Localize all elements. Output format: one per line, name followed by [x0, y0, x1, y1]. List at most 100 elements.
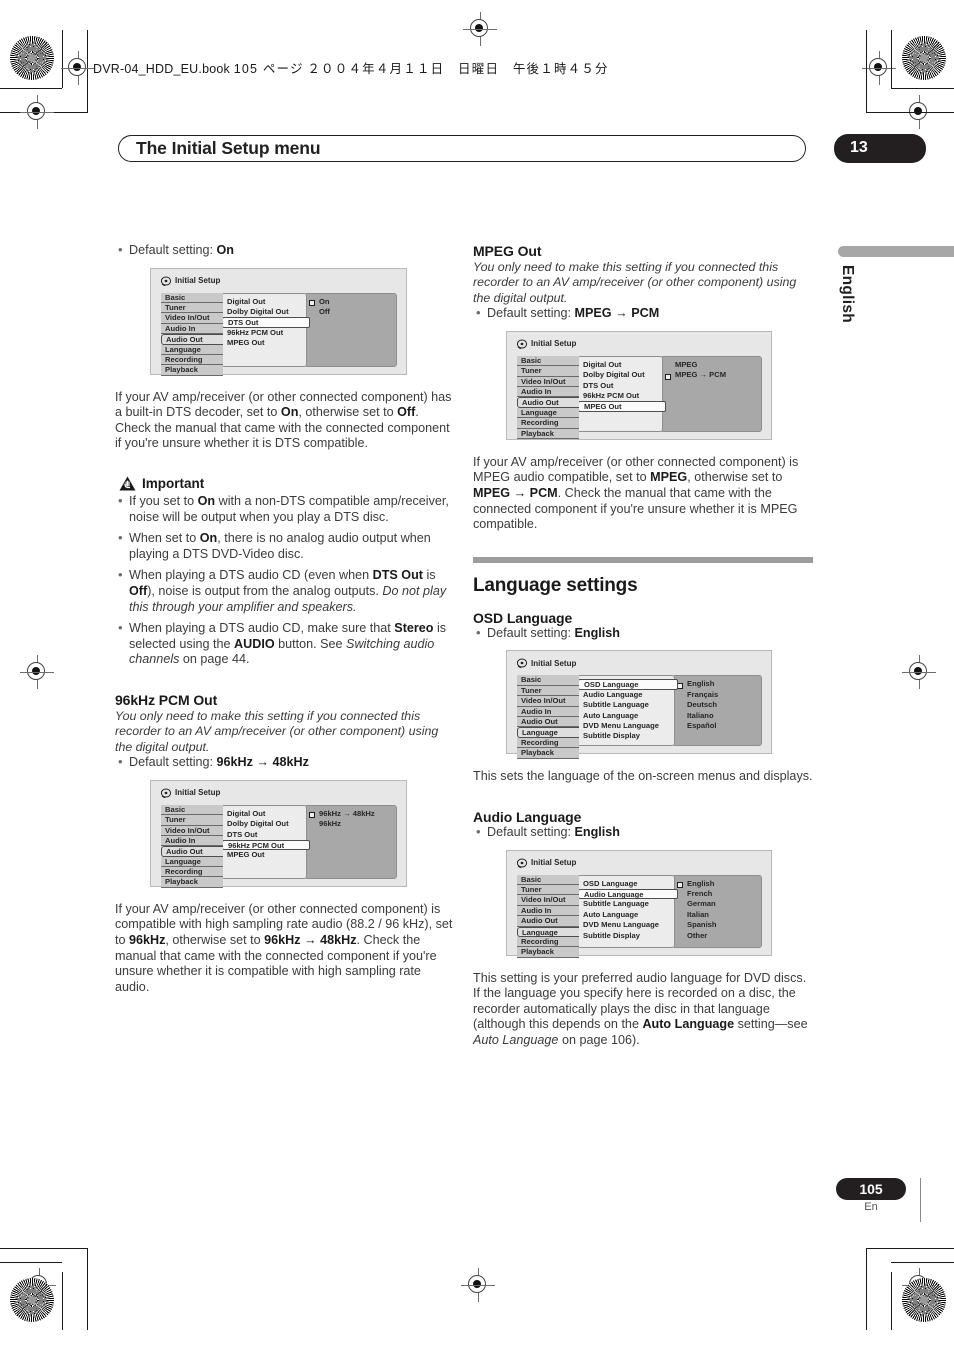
osd-row[interactable]: On — [305, 297, 396, 307]
osd-row[interactable]: Recording — [517, 737, 579, 749]
osd-row[interactable]: Recording — [161, 354, 223, 366]
osd-nav-osdlang[interactable]: Basic Tuner Video In/Out Audio In Audio Out L… — [517, 675, 579, 759]
osd-nav-mpeg[interactable]: Basic Tuner Video In/Out Audio In Audio Out L… — [517, 355, 579, 439]
osd-options-audiolang[interactable]: English French German Italian Spanish Other — [672, 874, 762, 948]
osd-row[interactable]: Auto Language — [578, 910, 674, 920]
osd-row[interactable]: Audio Out — [161, 334, 223, 345]
osd-row[interactable]: MPEG — [661, 360, 761, 370]
osd-row[interactable]: 96kHz PCM Out — [578, 391, 662, 401]
osd-row[interactable]: Video In/Out — [517, 376, 579, 387]
osd-row[interactable]: 96kHz PCM Out — [222, 328, 306, 338]
osd-row[interactable]: Audio In — [517, 905, 579, 917]
osd-row[interactable]: Tuner — [161, 815, 223, 826]
osd-row[interactable]: Deutsch — [673, 700, 761, 710]
osd-row[interactable]: Audio Language — [578, 690, 674, 700]
osd-row[interactable]: Language — [161, 344, 223, 355]
osd-row[interactable]: Recording — [517, 936, 579, 948]
osd-row[interactable]: Playback — [517, 748, 579, 759]
osd-row[interactable]: Tuner — [517, 685, 579, 697]
osd-row[interactable]: Digital Out — [222, 297, 306, 307]
osd-row[interactable]: Italiano — [673, 711, 761, 721]
osd-row[interactable]: Basic — [161, 292, 223, 303]
osd-row[interactable]: French — [673, 889, 761, 899]
osd-row[interactable]: Audio Out — [517, 716, 579, 728]
osd-row[interactable]: Spanish — [673, 920, 761, 930]
osd-row[interactable]: Video In/Out — [517, 895, 579, 906]
osd-row[interactable]: Language — [517, 727, 579, 738]
osd-row[interactable]: MPEG Out — [222, 338, 306, 348]
osd-row[interactable]: Digital Out — [578, 360, 662, 370]
osd-row[interactable]: Basic — [517, 675, 579, 686]
osd-row[interactable]: OSD Language — [578, 879, 674, 889]
osd-row[interactable]: Español — [673, 721, 761, 731]
osd-row[interactable]: Video In/Out — [161, 313, 223, 324]
osd-row[interactable]: Audio In — [161, 323, 223, 335]
osd-row[interactable]: Basic — [517, 874, 579, 885]
osd-row[interactable]: Subtitle Language — [578, 899, 674, 909]
osd-row[interactable]: English — [673, 679, 761, 690]
osd-row[interactable]: Français — [673, 690, 761, 700]
osd-row[interactable]: DVD Menu Language — [578, 920, 674, 930]
osd-row[interactable]: Tuner — [517, 366, 579, 377]
osd-row[interactable]: Italian — [673, 910, 761, 920]
osd-row[interactable]: DTS Out — [222, 317, 310, 328]
osd-options-pcm[interactable]: 96kHz → 48kHz 96kHz — [304, 804, 397, 879]
osd-row[interactable]: 96kHz — [305, 819, 396, 829]
osd-row[interactable]: MPEG Out — [222, 850, 306, 860]
osd-options-dts[interactable]: On Off — [304, 292, 397, 367]
osd-row[interactable]: Recording — [161, 867, 223, 878]
osd-row[interactable]: Basic — [161, 804, 223, 816]
osd-row[interactable]: Audio In — [517, 386, 579, 398]
osd-row[interactable]: MPEG → PCM — [661, 370, 761, 380]
osd-row[interactable]: Playback — [161, 877, 223, 888]
osd-row[interactable]: Tuner — [161, 302, 223, 314]
osd-nav-audiolang[interactable]: Basic Tuner Video In/Out Audio In Audio Out L… — [517, 874, 579, 958]
osd-row[interactable]: Audio In — [161, 835, 223, 847]
osd-row[interactable]: 96kHz → 48kHz — [305, 809, 396, 819]
osd-menu-dts[interactable]: Digital Out Dolby Digital Out DTS Out 96kHz… — [221, 292, 310, 367]
osd-row[interactable]: Subtitle Display — [578, 931, 674, 941]
osd-row[interactable]: Tuner — [517, 884, 579, 896]
osd-row[interactable]: Dolby Digital Out — [222, 819, 306, 829]
osd-row[interactable]: Digital Out — [222, 809, 306, 819]
osd-row[interactable]: Playback — [161, 365, 223, 376]
osd-row[interactable]: Audio Language — [578, 888, 678, 900]
osd-row[interactable]: Recording — [517, 418, 579, 429]
osd-nav-dts[interactable]: Basic Tuner Video In/Out Audio In Audio Out L… — [161, 292, 223, 376]
osd-row[interactable]: Language — [517, 926, 579, 937]
osd-row[interactable]: DVD Menu Language — [578, 721, 674, 731]
osd-row[interactable]: English — [673, 879, 761, 889]
osd-row[interactable]: Video In/Out — [161, 825, 223, 836]
osd-row[interactable]: 96kHz PCM Out — [222, 839, 310, 851]
osd-row[interactable]: Subtitle Display — [578, 731, 674, 741]
osd-row[interactable]: Video In/Out — [517, 696, 579, 707]
osd-row[interactable]: MPEG Out — [578, 401, 666, 412]
osd-row[interactable]: Playback — [517, 947, 579, 958]
osd-options-osdlang[interactable]: English Français Deutsch Italiano Español — [672, 675, 762, 747]
osd-row[interactable]: Basic — [517, 355, 579, 367]
osd-row[interactable]: Language — [161, 856, 223, 868]
osd-menu-osdlang[interactable]: OSD Language Audio Language Subtitle Langu… — [577, 675, 678, 747]
osd-options-mpeg[interactable]: MPEG MPEG → PCM — [660, 355, 762, 432]
osd-row[interactable]: Off — [305, 307, 396, 317]
osd-row[interactable]: DTS Out — [222, 830, 306, 840]
osd-row[interactable]: Playback — [517, 428, 579, 439]
osd-row[interactable]: German — [673, 899, 761, 909]
osd-row[interactable]: Audio Out — [517, 397, 579, 408]
osd-row[interactable]: Audio In — [517, 706, 579, 717]
osd-menu-pcm[interactable]: Digital Out Dolby Digital Out DTS Out 96kHz… — [221, 804, 310, 879]
osd-menu-mpeg[interactable]: Digital Out Dolby Digital Out DTS Out 96kHz… — [577, 355, 666, 432]
osd-row[interactable]: Audio Out — [517, 916, 579, 927]
osd-row[interactable]: Dolby Digital Out — [222, 307, 306, 317]
osd-menu-audiolang[interactable]: OSD Language Audio Language Subtitle Langu… — [577, 874, 678, 948]
osd-row[interactable]: Language — [517, 407, 579, 419]
osd-row[interactable]: DTS Out — [578, 381, 662, 391]
important-text-run: On — [197, 493, 216, 508]
osd-nav-pcm[interactable]: Basic Tuner Video In/Out Audio In Audio Out L… — [161, 804, 223, 888]
osd-row[interactable]: Audio Out — [161, 846, 223, 857]
osd-row[interactable]: Other — [673, 931, 761, 941]
osd-row[interactable]: Auto Language — [578, 711, 674, 721]
osd-row[interactable]: Dolby Digital Out — [578, 370, 662, 380]
osd-row[interactable]: OSD Language — [578, 679, 678, 690]
osd-row[interactable]: Subtitle Language — [578, 700, 674, 710]
